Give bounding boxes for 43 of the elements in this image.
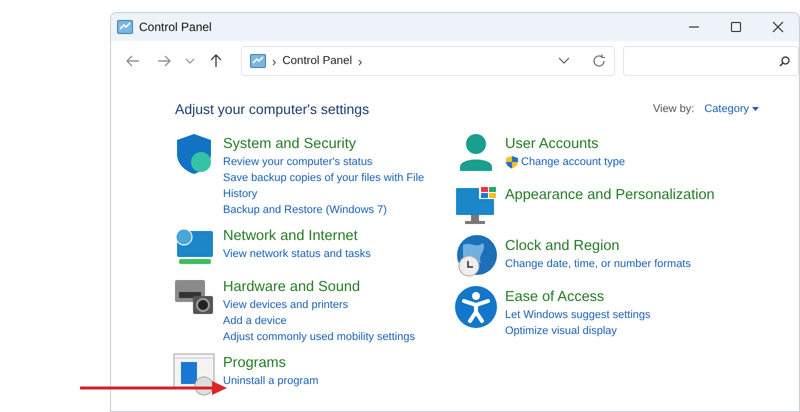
task-link[interactable]: View devices and printers [223,297,348,313]
category-link[interactable]: Appearance and Personalization [505,186,715,204]
category-link[interactable]: Hardware and Sound [223,278,360,296]
chevron-down-icon[interactable] [558,57,570,65]
breadcrumb-item[interactable]: Control Panel [282,55,352,67]
view-by-label: View by: [652,103,694,115]
breadcrumb-separator: › [272,54,276,68]
page-heading: Adjust your computer's settings [175,101,370,117]
up-arrow-icon [210,54,222,68]
breadcrumb-separator[interactable]: › [358,54,362,68]
task-link[interactable]: Add a device [223,313,287,329]
task-link[interactable]: Review your computer's status [223,154,372,170]
close-icon [772,21,784,33]
chevron-down-icon [185,58,195,64]
task-link[interactable]: Change date, time, or number formats [505,256,691,272]
forward-arrow-icon [157,55,171,67]
back-arrow-icon [126,55,140,67]
task-link[interactable]: Let Windows suggest settings [505,307,651,323]
control-panel-icon [250,54,266,68]
task-link[interactable]: Save backup copies of your files with File History [223,170,429,202]
task-link[interactable]: Adjust commonly used mobility settings [223,329,415,345]
task-link[interactable]: Change account type [521,154,625,170]
refresh-icon[interactable] [592,54,606,68]
search-icon [779,56,790,66]
search-field[interactable] [623,46,799,76]
accessibility-icon[interactable] [453,284,499,330]
window-title: Control Panel [139,20,213,34]
control-panel-icon [117,20,133,34]
task-link[interactable]: Optimize visual display [505,323,617,339]
category-link[interactable]: System and Security [223,135,356,153]
address-bar[interactable]: › Control Panel › [241,46,615,76]
category-link[interactable]: Network and Internet [223,227,358,245]
uac-shield-icon [505,155,519,169]
task-link[interactable]: Backup and Restore (Windows 7) [223,202,387,218]
category-link[interactable]: Clock and Region [505,237,620,255]
maximize-icon [730,21,742,33]
caret-down-icon [752,107,759,111]
category-link[interactable]: Ease of Access [505,288,604,306]
category-link[interactable]: User Accounts [505,135,598,153]
category-link[interactable]: Programs [223,354,286,372]
task-link[interactable]: Uninstall a program [223,373,318,389]
task-link[interactable]: View network status and tasks [223,246,371,262]
view-by-dropdown[interactable]: Category [704,103,759,115]
